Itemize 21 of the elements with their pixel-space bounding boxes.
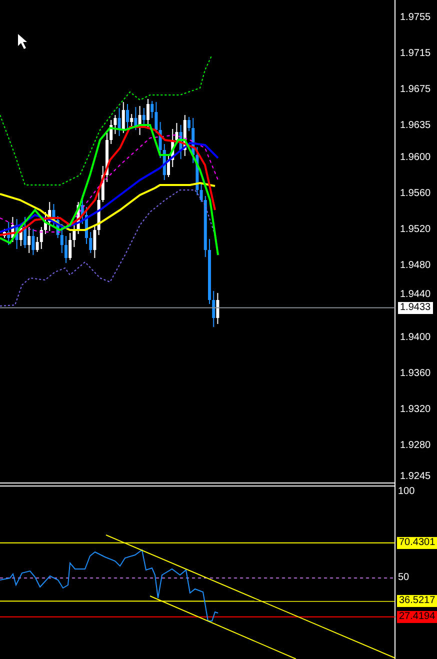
cursor-icon (18, 34, 27, 49)
price-label: 1.9755 (400, 13, 431, 23)
price-label: 1.9715 (400, 49, 431, 59)
indicator-label: 100 (398, 487, 415, 497)
price-label: 1.9520 (400, 224, 431, 234)
price-label: 1.9360 (400, 368, 431, 378)
price-label: 1.9600 (400, 152, 431, 162)
level-label: 70.4301 (397, 536, 437, 549)
price-label: 1.9320 (400, 404, 431, 414)
level-label: 27.4194 (397, 610, 437, 623)
price-label: 1.9480 (400, 260, 431, 270)
indicator-label: 50 (398, 573, 410, 583)
price-label: 1.9400 (400, 332, 431, 342)
price-label: 1.9635 (400, 121, 431, 131)
price-label: 1.9440 (400, 290, 431, 300)
level-label: 36.5217 (397, 595, 437, 608)
price-label: 1.9675 (400, 85, 431, 95)
price-label: 1.9280 (400, 440, 431, 450)
current-price-label: 1.9433 (398, 302, 433, 314)
price-label: 1.9245 (400, 472, 431, 482)
price-label: 1.9560 (400, 188, 431, 198)
